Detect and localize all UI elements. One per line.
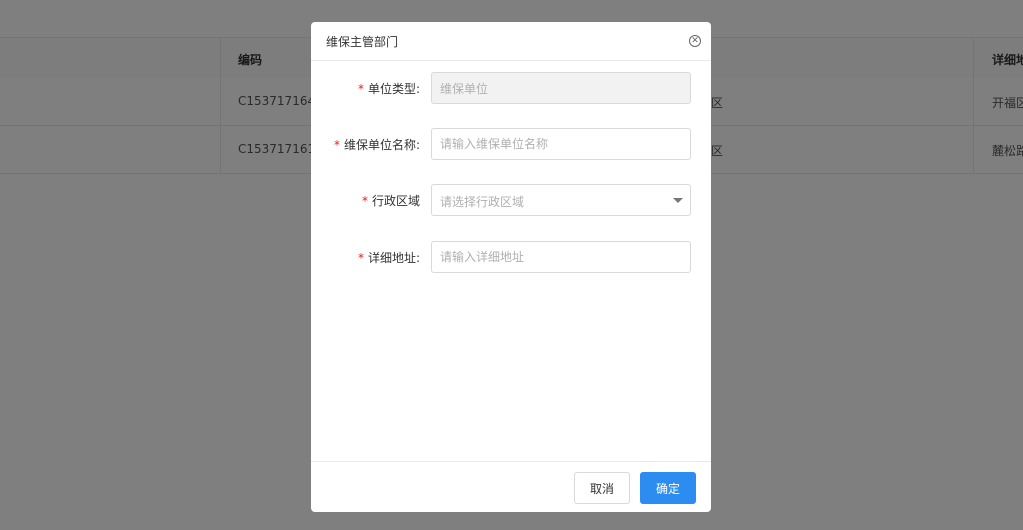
- cancel-button[interactable]: 取消: [574, 472, 630, 504]
- close-icon[interactable]: ✕: [689, 35, 701, 47]
- confirm-button[interactable]: 确定: [640, 472, 696, 504]
- region-select[interactable]: 请选择行政区域: [431, 184, 691, 216]
- address-label: * 详细地址:: [357, 251, 420, 265]
- dialog-header: 维保主管部门 ✕: [311, 22, 711, 61]
- region-label: * 行政区域: [361, 194, 420, 208]
- form-row-address: * 详细地址:: [311, 241, 711, 273]
- address-input[interactable]: [431, 241, 691, 273]
- modal-dialog: 维保主管部门 ✕ *单位类型: *维保单位名称: *行政区域 请选择行政区域 *…: [311, 22, 711, 512]
- chevron-down-icon: [673, 198, 683, 203]
- required-mark: *: [333, 138, 340, 152]
- unit-type-field: [431, 72, 691, 104]
- unit-name-label: * 维保单位名称:: [333, 138, 420, 152]
- unit-name-input[interactable]: [431, 128, 691, 160]
- required-mark: *: [357, 82, 364, 96]
- form-row-unit-type: * 单位类型:: [311, 72, 711, 104]
- required-mark: *: [361, 194, 368, 208]
- required-mark: *: [357, 251, 364, 265]
- unit-type-label: * 单位类型:: [357, 82, 420, 96]
- dialog-footer: 取消 确定: [311, 461, 711, 512]
- region-placeholder: 请选择行政区域: [440, 195, 525, 209]
- form-row-region: * 行政区域 请选择行政区域: [311, 184, 711, 216]
- form-row-unit-name: * 维保单位名称:: [311, 128, 711, 160]
- dialog-title: 维保主管部门: [326, 35, 399, 49]
